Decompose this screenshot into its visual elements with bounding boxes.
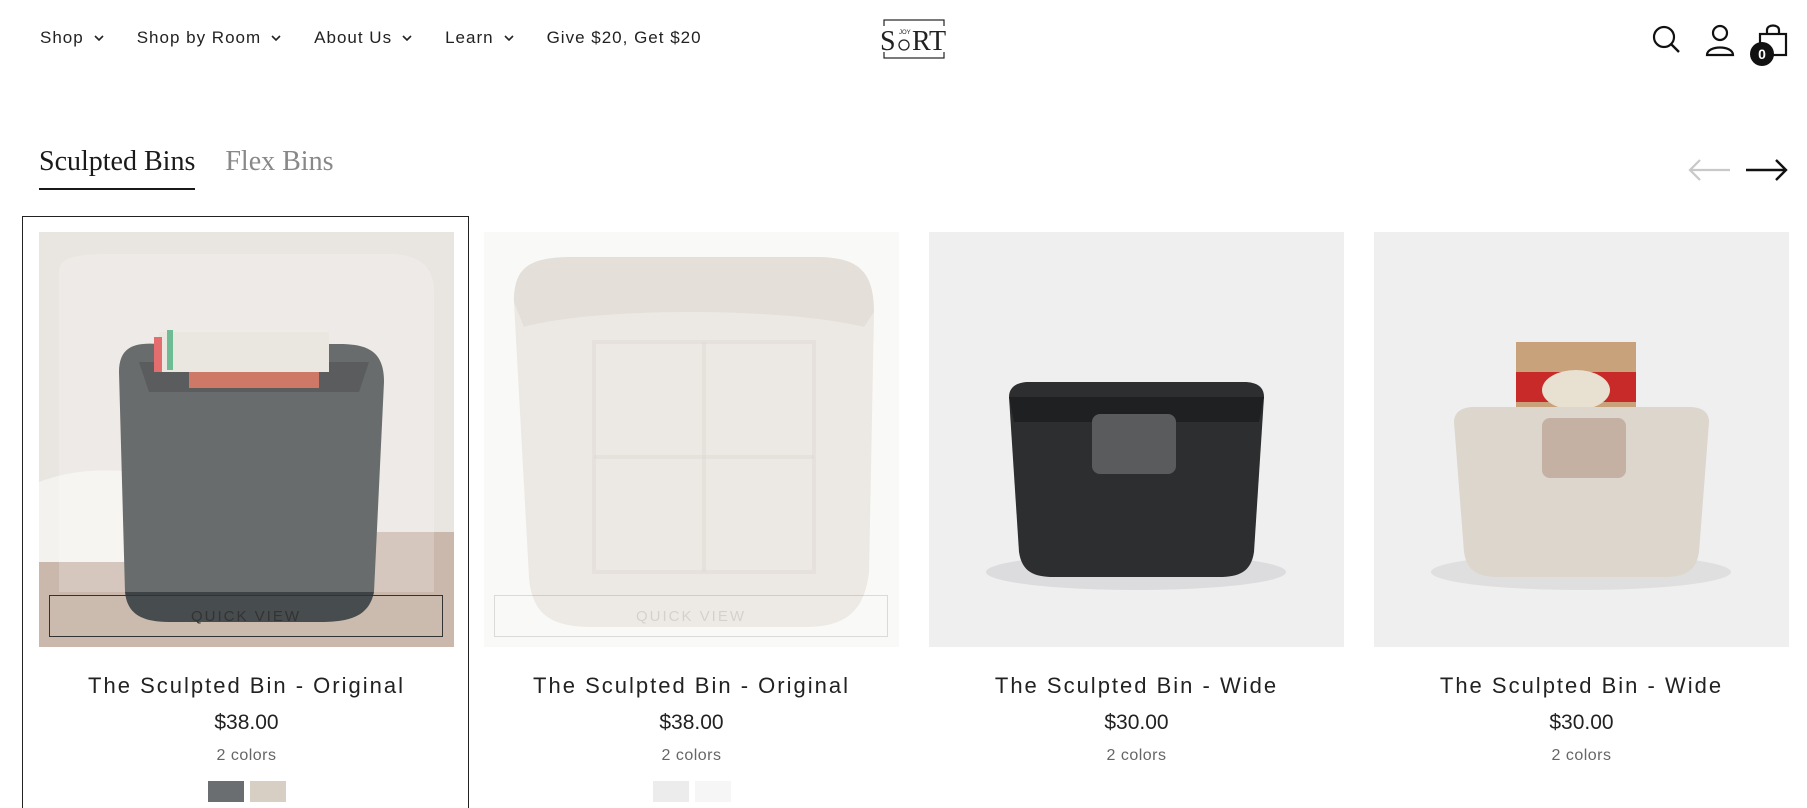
chevron-down-icon	[271, 35, 281, 42]
product-price: $30.00	[1549, 711, 1614, 734]
nav-shop[interactable]: Shop	[40, 28, 106, 48]
search-button[interactable]	[1649, 22, 1685, 58]
swatch-light-1[interactable]	[652, 781, 689, 802]
product-color-count: 2 colors	[1106, 747, 1167, 764]
nav-referral[interactable]: Give $20, Get $20	[547, 28, 702, 48]
nav-learn[interactable]: Learn	[445, 28, 515, 48]
nav-shop-by-room-label: Shop by Room	[136, 28, 262, 47]
quick-view-button[interactable]: QUICK VIEW	[49, 595, 443, 637]
product-color-count: 2 colors	[661, 747, 722, 764]
product-image[interactable]	[1374, 232, 1789, 647]
product-title[interactable]: The Sculpted Bin - Wide	[1374, 673, 1789, 699]
swatch-light-2[interactable]	[694, 781, 731, 802]
swatch-oatmeal[interactable]	[249, 781, 286, 802]
chevron-down-icon	[402, 35, 412, 42]
product-price: $38.00	[659, 711, 724, 734]
product-image[interactable]: QUICK VIEW	[39, 232, 454, 647]
quick-view-button[interactable]: QUICK VIEW	[494, 595, 888, 637]
header-icons: 0	[1632, 22, 1791, 66]
nav-about-us-label: About Us	[314, 28, 393, 47]
product-photo-wide-dark-bin	[929, 232, 1344, 647]
product-card[interactable]: The Sculpted Bin - Wide $30.00 2 colors	[929, 232, 1344, 765]
product-card[interactable]: QUICK VIEW The Sculpted Bin - Original $…	[484, 232, 899, 802]
product-title[interactable]: The Sculpted Bin - Original	[484, 673, 899, 699]
nav-about-us[interactable]: About Us	[314, 28, 414, 48]
arrow-right-icon[interactable]	[1744, 152, 1790, 188]
product-image[interactable]	[929, 232, 1344, 647]
cart-button[interactable]: 0	[1750, 22, 1791, 66]
site-logo[interactable]: S JOY RT	[878, 18, 950, 60]
product-color-count: 2 colors	[1551, 747, 1612, 764]
swatch-charcoal[interactable]	[207, 781, 244, 802]
product-image[interactable]: QUICK VIEW	[484, 232, 899, 647]
svg-text:RT: RT	[912, 26, 946, 57]
color-swatches	[484, 781, 899, 802]
product-photo-dark-bin	[39, 232, 454, 647]
svg-text:S: S	[880, 26, 896, 57]
color-swatches	[39, 781, 454, 802]
product-price: $30.00	[1104, 711, 1169, 734]
collection-tabs: Sculpted Bins Flex Bins	[39, 146, 363, 190]
product-title[interactable]: The Sculpted Bin - Wide	[929, 673, 1344, 699]
chevron-down-icon	[94, 35, 104, 42]
nav-shop-label: Shop	[40, 28, 84, 47]
site-header: Shop Shop by Room About Us Learn Give $2…	[0, 0, 1807, 80]
product-title[interactable]: The Sculpted Bin - Original	[39, 673, 454, 699]
product-card[interactable]: The Sculpted Bin - Wide $30.00 2 colors	[1374, 232, 1789, 765]
nav-shop-by-room[interactable]: Shop by Room	[137, 28, 283, 48]
carousel-arrows	[1674, 152, 1790, 188]
product-photo-light-bin	[484, 232, 899, 647]
nav-referral-label: Give $20, Get $20	[546, 28, 702, 47]
main-nav: Shop Shop by Room About Us Learn Give $2…	[40, 28, 733, 48]
nav-learn-label: Learn	[445, 28, 494, 47]
search-icon	[1652, 25, 1680, 53]
product-price: $38.00	[214, 711, 279, 734]
arrow-left-icon[interactable]	[1686, 152, 1732, 188]
product-card[interactable]: QUICK VIEW The Sculpted Bin - Original $…	[39, 232, 454, 802]
chevron-down-icon	[504, 35, 514, 42]
tab-sculpted-bins[interactable]: Sculpted Bins	[39, 146, 196, 190]
product-photo-wide-light-bin	[1374, 232, 1789, 647]
logo-small-text: JOY	[899, 30, 911, 36]
product-color-count: 2 colors	[216, 747, 277, 764]
account-button[interactable]	[1702, 22, 1738, 58]
user-icon	[1705, 24, 1735, 57]
cart-count-badge: 0	[1750, 42, 1774, 66]
tab-flex-bins[interactable]: Flex Bins	[225, 146, 333, 190]
